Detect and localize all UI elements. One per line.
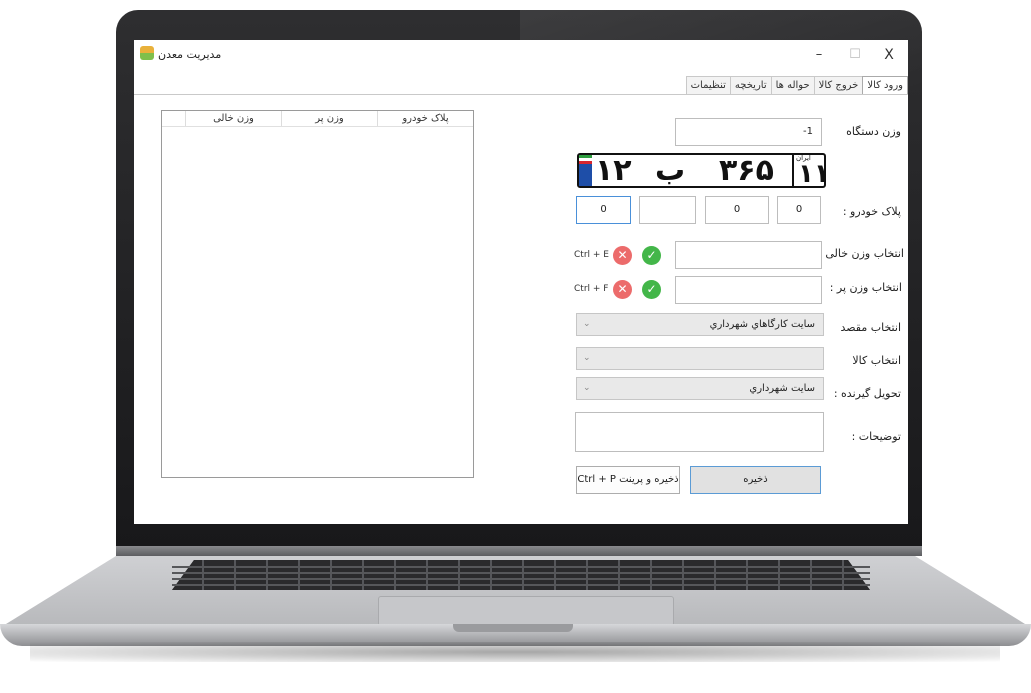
device-weight-label: وزن دستگاه	[846, 125, 901, 138]
tab-goods-exit[interactable]: خروج کالا	[813, 76, 864, 94]
device-weight-field[interactable]: -1	[675, 118, 822, 146]
tab-settings[interactable]: تنظیمات	[685, 76, 731, 94]
title-bar: مدیریت معدن – ☐ X	[134, 40, 908, 70]
notes-label: توضیحات :	[851, 430, 901, 443]
receiver-value: سايت شهرداري	[749, 383, 815, 394]
list-header: پلاک خودرو وزن پر وزن خالی	[162, 111, 473, 127]
empty-weight-hotkey: Ctrl + E	[574, 250, 609, 260]
confirm-full-weight-icon[interactable]: ✓	[642, 280, 661, 299]
lid-open-notch	[453, 624, 573, 632]
plate-input-three-digits[interactable]: 0	[705, 196, 769, 224]
tab-goods-entry[interactable]: ورود کالا	[862, 76, 908, 94]
full-weight-label: انتخاب وزن پر :	[829, 281, 902, 294]
receiver-select[interactable]: سايت شهرداري ⌄	[576, 377, 824, 400]
confirm-empty-weight-icon[interactable]: ✓	[642, 246, 661, 265]
column-header-plate[interactable]: پلاک خودرو	[377, 111, 473, 126]
iran-flag-icon	[579, 155, 592, 186]
app-logo-icon	[140, 46, 154, 60]
plate-input-letter[interactable]	[639, 196, 696, 224]
laptop-hinge	[116, 546, 922, 556]
plate-two-digits: ۱۲	[595, 153, 632, 188]
save-button[interactable]: ذخیره	[690, 466, 821, 494]
clear-empty-weight-icon[interactable]: ✕	[613, 246, 632, 265]
goods-select[interactable]: ⌄	[576, 347, 824, 370]
destination-label: انتخاب مقصد	[840, 321, 901, 334]
plate-region: ۱۱	[798, 159, 830, 189]
keyboard-row	[172, 566, 870, 568]
plate-input-region[interactable]: 0	[777, 196, 821, 224]
chevron-down-icon: ⌄	[583, 383, 591, 393]
receiver-label: تحویل گیرنده :	[833, 387, 901, 400]
plate-divider	[792, 155, 794, 186]
plate-three-digits: ۳۶۵	[719, 153, 774, 188]
clear-full-weight-icon[interactable]: ✕	[613, 280, 632, 299]
keyboard-row	[172, 584, 870, 586]
goods-label: انتخاب کالا	[852, 354, 901, 367]
laptop-trackpad	[378, 596, 674, 626]
tab-history[interactable]: تاریخچه	[729, 76, 772, 94]
save-and-print-button[interactable]: ذخیره و پرینت Ctrl + P	[576, 466, 680, 494]
plate-label: پلاک خودرو :	[842, 205, 901, 218]
column-header-full-weight[interactable]: وزن پر	[281, 111, 377, 126]
chevron-down-icon: ⌄	[583, 353, 591, 363]
full-weight-hotkey: Ctrl + F	[574, 284, 609, 294]
notes-textarea[interactable]	[575, 412, 824, 452]
tab-bar: ورود کالا خروج کالا حواله ها تاریخچه تنظ…	[685, 76, 908, 94]
destination-value: سايت کارگاهاي شهرداري	[709, 319, 815, 330]
chevron-down-icon: ⌄	[583, 319, 591, 329]
column-header-empty-weight[interactable]: وزن خالی	[185, 111, 281, 126]
keyboard-row	[172, 578, 870, 580]
laptop-shadow	[30, 642, 1000, 662]
plate-input-two-digits[interactable]: 0	[576, 196, 631, 224]
minimize-button[interactable]: –	[804, 45, 834, 65]
full-weight-field[interactable]	[675, 276, 822, 304]
license-plate: ۱۲ ب ۳۶۵ ایران ۱۱	[577, 153, 830, 189]
window-title: مدیریت معدن	[158, 48, 222, 61]
tab-remittances[interactable]: حواله ها	[770, 76, 815, 94]
plate-letter: ب	[655, 153, 686, 188]
records-list[interactable]: پلاک خودرو وزن پر وزن خالی	[161, 110, 474, 478]
empty-weight-label: انتخاب وزن خالی :	[818, 247, 904, 260]
keyboard-row	[172, 572, 870, 574]
close-button[interactable]: X	[874, 45, 904, 65]
maximize-button[interactable]: ☐	[840, 45, 870, 65]
empty-weight-field[interactable]	[675, 241, 822, 269]
app-window: مدیریت معدن – ☐ X ورود کالا خروج کالا حو…	[134, 40, 908, 524]
destination-select[interactable]: سايت کارگاهاي شهرداري ⌄	[576, 313, 824, 336]
